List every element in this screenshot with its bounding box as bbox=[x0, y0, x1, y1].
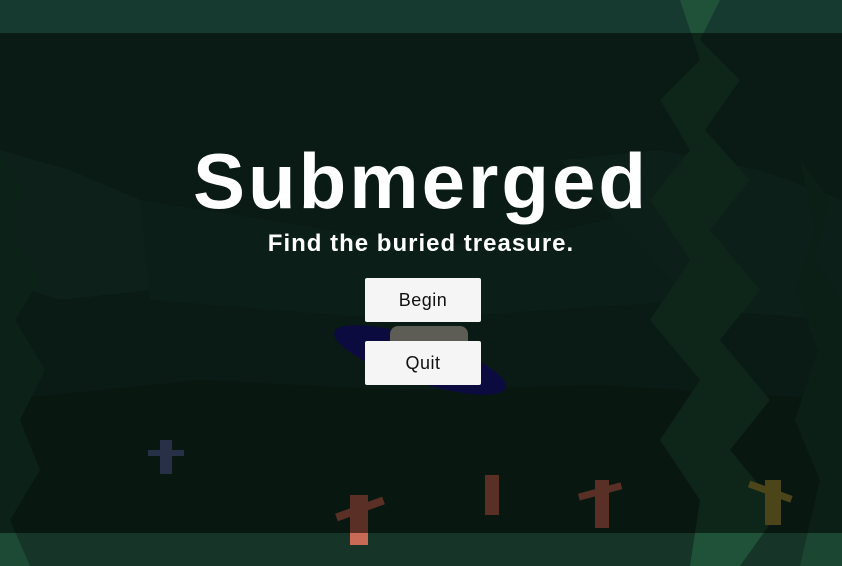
begin-button[interactable]: Begin bbox=[365, 278, 481, 322]
game-title: Submerged bbox=[192, 137, 650, 225]
game-subtitle: Find the buried treasure. bbox=[267, 230, 575, 257]
quit-button[interactable]: Quit bbox=[365, 341, 481, 385]
